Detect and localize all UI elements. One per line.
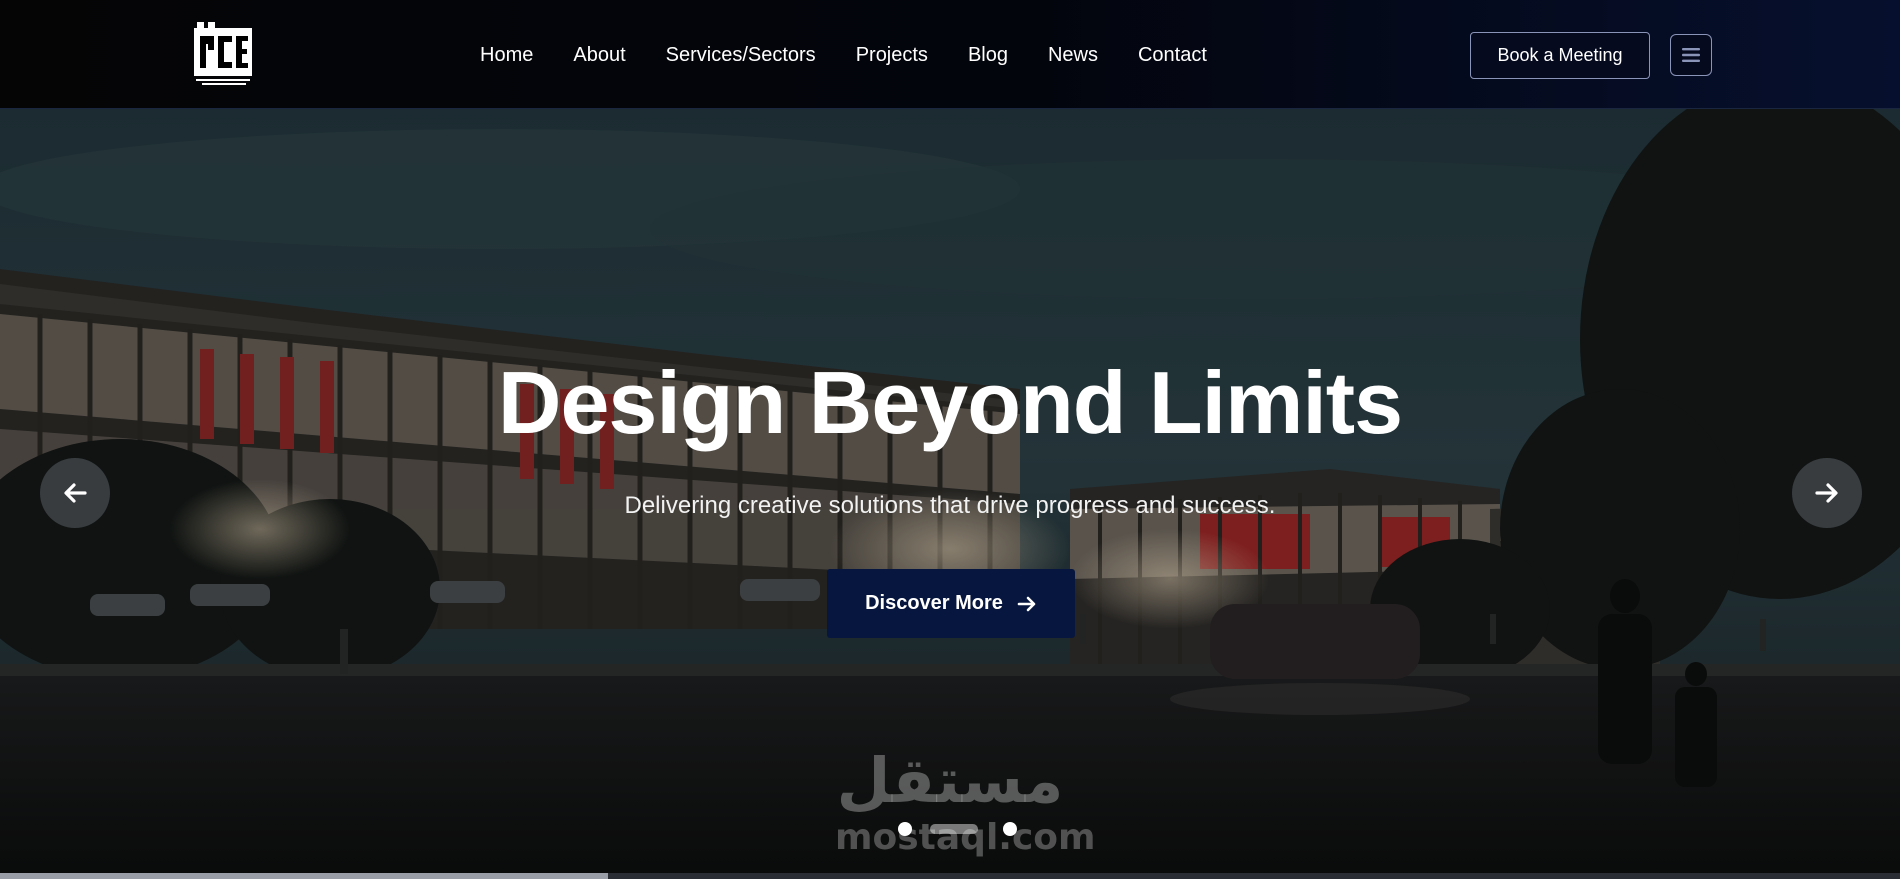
navbar: Home About Services/Sectors Projects Blo… <box>0 0 1900 109</box>
discover-more-button[interactable]: Discover More <box>827 569 1075 638</box>
main-nav: Home About Services/Sectors Projects Blo… <box>480 41 1207 69</box>
hamburger-icon <box>1682 48 1700 62</box>
arrow-right-icon <box>1017 596 1036 611</box>
slide-pagination <box>0 822 1900 836</box>
nav-blog[interactable]: Blog <box>968 44 1008 67</box>
slide-progress-bar <box>0 873 1900 879</box>
slide-dot-3[interactable] <box>1003 822 1017 836</box>
pce-logo[interactable] <box>194 22 252 88</box>
watermark-logo-arabic: مستقل <box>836 744 1064 817</box>
hero-slider: Design Beyond Limits Delivering creative… <box>0 109 1900 879</box>
discover-more-label: Discover More <box>865 592 1003 614</box>
nav-services-sectors[interactable]: Services/Sectors <box>666 44 816 67</box>
nav-projects[interactable]: Projects <box>856 44 928 67</box>
nav-home[interactable]: Home <box>480 44 533 67</box>
slide-dot-2[interactable] <box>930 824 978 834</box>
menu-button[interactable] <box>1670 34 1712 76</box>
nav-about[interactable]: About <box>573 44 625 67</box>
hero-title: Design Beyond Limits <box>497 353 1403 452</box>
slide-progress-fill <box>0 873 608 879</box>
book-meeting-button[interactable]: Book a Meeting <box>1470 32 1650 79</box>
nav-contact[interactable]: Contact <box>1138 44 1207 67</box>
nav-news[interactable]: News <box>1048 44 1098 67</box>
slide-dot-1[interactable] <box>898 822 912 836</box>
hero-subtitle: Delivering creative solutions that drive… <box>624 492 1276 519</box>
